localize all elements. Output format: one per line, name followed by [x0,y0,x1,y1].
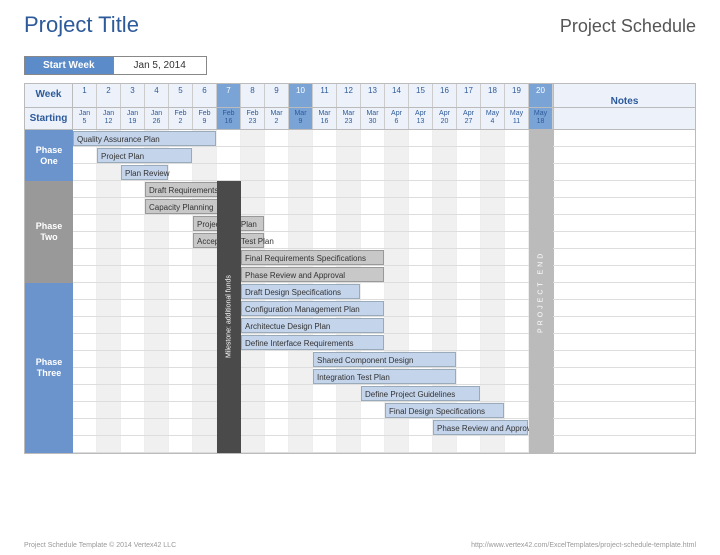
week-date: Apr13 [409,108,433,129]
week-date: Jan12 [97,108,121,129]
schedule-grid: Week1234567891011121314151617181920Notes… [24,83,696,454]
page-subtitle: Project Schedule [560,16,696,37]
grid-row [25,283,695,300]
week-number: 7 [217,84,241,107]
task-bar[interactable]: Configuration Management Plan [241,301,384,316]
project-end-bar: PROJECT END [529,130,553,453]
phase-label: PhaseThree [25,283,73,453]
week-number: 6 [193,84,217,107]
grid-row [25,215,695,232]
week-date: Jan26 [145,108,169,129]
grid-row [25,198,695,215]
week-number: 2 [97,84,121,107]
week-number: 1 [73,84,97,107]
week-number: 17 [457,84,481,107]
grid-row [25,436,695,453]
page-title: Project Title [24,12,139,38]
week-date: May11 [505,108,529,129]
week-number: 13 [361,84,385,107]
week-number: 3 [121,84,145,107]
task-bar[interactable]: Phase Review and Approval [241,267,384,282]
footer-link[interactable]: http://www.vertex42.com/ExcelTemplates/p… [471,542,696,549]
week-number: 4 [145,84,169,107]
week-number: 15 [409,84,433,107]
week-date: Feb23 [241,108,265,129]
week-number: 14 [385,84,409,107]
task-bar[interactable]: Integration Test Plan [313,369,456,384]
week-date: May4 [481,108,505,129]
header-notes: Notes [553,84,695,107]
task-bar[interactable]: Shared Component Design [313,352,456,367]
task-bar[interactable]: Draft Design Specifications [241,284,360,299]
week-number: 5 [169,84,193,107]
task-bar[interactable]: Final Requirements Specifications [241,250,384,265]
start-week-value[interactable]: Jan 5, 2014 [114,56,207,75]
week-number: 12 [337,84,361,107]
week-date: Jan19 [121,108,145,129]
header-week-label: Week [25,84,73,107]
week-date: Mar30 [361,108,385,129]
grid-row [25,232,695,249]
week-date: Feb16 [217,108,241,129]
footer: Project Schedule Template © 2014 Vertex4… [24,542,696,549]
task-bar[interactable]: Define Project Guidelines [361,386,480,401]
phase-label: PhaseOne [25,130,73,181]
week-number: 16 [433,84,457,107]
week-date: May18 [529,108,553,129]
week-date: Apr6 [385,108,409,129]
week-date: Mar2 [265,108,289,129]
week-date: Feb9 [193,108,217,129]
task-bar[interactable]: Define Interface Requirements [241,335,384,350]
task-bar[interactable]: Project Plan [97,148,192,163]
week-date: Apr27 [457,108,481,129]
week-date: Mar16 [313,108,337,129]
phase-label: PhaseTwo [25,181,73,283]
grid-row [25,402,695,419]
week-date: Jan5 [73,108,97,129]
grid-row [25,181,695,198]
week-number: 10 [289,84,313,107]
week-date: Apr20 [433,108,457,129]
week-number: 19 [505,84,529,107]
header-starting-label: Starting [25,108,73,129]
milestone-bar: Milestone: additional funds [217,181,241,453]
grid-row [25,385,695,402]
week-number: 18 [481,84,505,107]
start-week-row: Start Week Jan 5, 2014 [24,56,696,75]
footer-copyright: Project Schedule Template © 2014 Vertex4… [24,542,176,549]
task-bar[interactable]: Plan Review [121,165,168,180]
grid-row [25,419,695,436]
week-date: Mar9 [289,108,313,129]
week-number: 9 [265,84,289,107]
task-bar[interactable]: Final Design Specifications [385,403,504,418]
start-week-label: Start Week [24,56,114,75]
task-bar[interactable]: Quality Assurance Plan [73,131,216,146]
task-bar[interactable]: Architectue Design Plan [241,318,384,333]
week-date: Feb2 [169,108,193,129]
week-number: 8 [241,84,265,107]
task-bar[interactable]: Phase Review and Approval [433,420,528,435]
week-number: 20 [529,84,553,107]
week-date: Mar23 [337,108,361,129]
week-number: 11 [313,84,337,107]
